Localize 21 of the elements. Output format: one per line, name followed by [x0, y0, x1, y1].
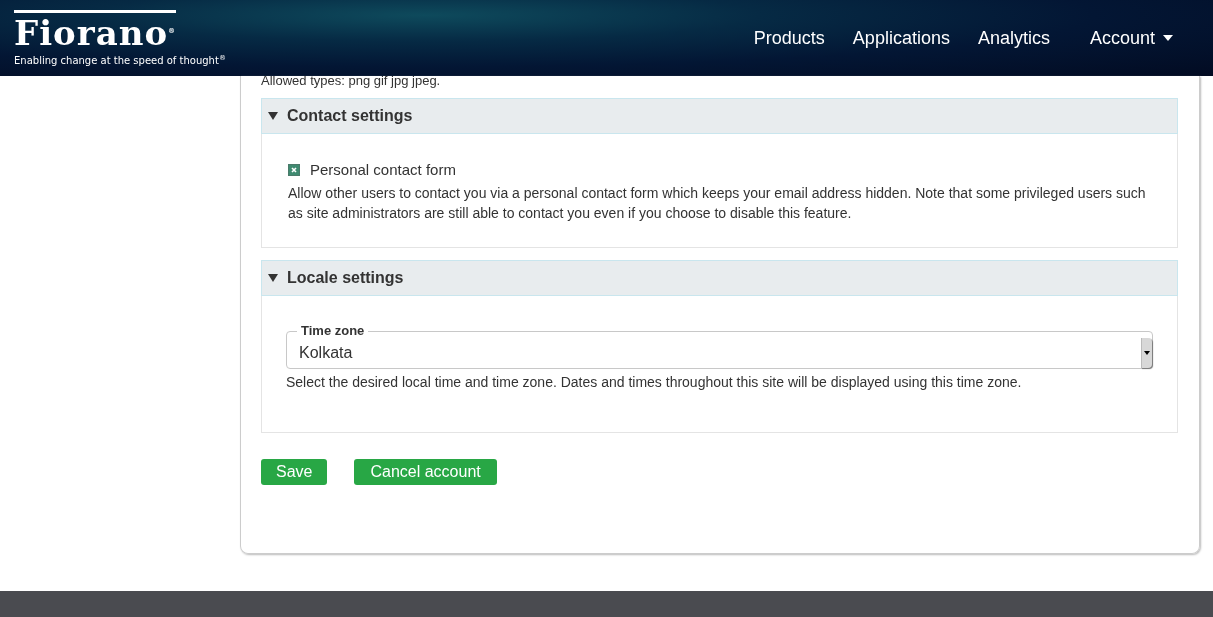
checkbox[interactable]: [288, 164, 300, 176]
nav-link[interactable]: Account: [1089, 27, 1173, 49]
logo-text[interactable]: Fiorano$^{®}$: [14, 10, 177, 52]
section-header[interactable]: Locale settings: [261, 260, 1178, 296]
triangle-icon: [268, 112, 278, 120]
nav-link[interactable]: Analytics: [977, 27, 1050, 49]
triangle-icon: [268, 274, 278, 282]
x-mark-icon: [289, 165, 299, 175]
description-text: Select the desired local time and time zone. Dates and times throughout this site will be displayed using this time zone.: [286, 373, 1023, 392]
section-header[interactable]: Contact settings: [261, 98, 1178, 134]
description-text: Allow other users to contact you via a personal contact form which keeps your email address hidden. Note that some privileged users such as site administrators are still able to contact you even if you choose to disable this feature.: [288, 184, 1147, 223]
section-title: Contact settings: [287, 107, 413, 125]
nav-link[interactable]: Applications: [852, 27, 950, 49]
nav-link[interactable]: Products: [753, 27, 825, 49]
section-title: Locale settings: [287, 269, 404, 287]
tagline: Enabling change at the speed of thought$^{®}$: [14, 53, 226, 66]
dropdown-arrow-icon: [1144, 351, 1150, 355]
allowed-types-text: Allowed types: png gif jpg jpeg.: [261, 76, 442, 86]
caret-icon: [1163, 35, 1173, 41]
select-field[interactable]: Time zone Kolkata: [286, 324, 1153, 369]
checkbox-label: Personal contact form: [310, 160, 456, 180]
